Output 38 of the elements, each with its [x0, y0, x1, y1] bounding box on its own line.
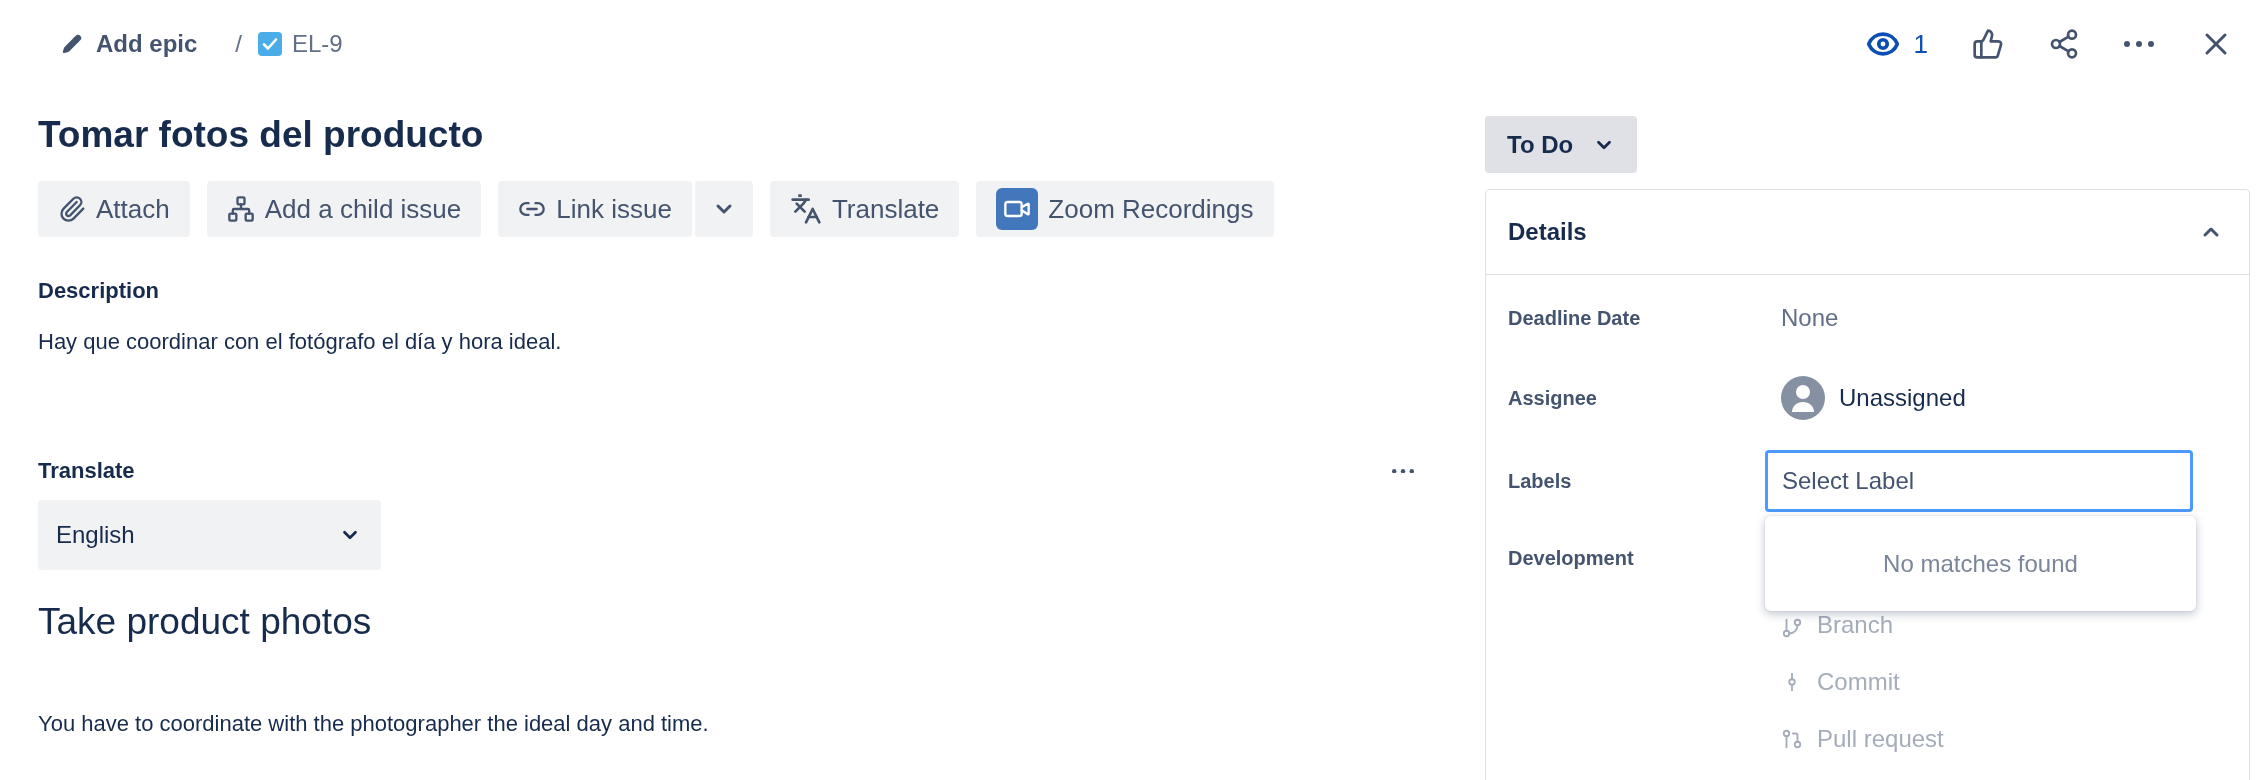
language-select[interactable]: English: [38, 500, 381, 570]
field-label: Labels: [1508, 469, 1573, 494]
assignee-value[interactable]: Unassigned: [1839, 384, 1966, 412]
description-text: Hay que coordinar con el fotógrafo el día y hora ideal.: [38, 328, 563, 356]
toolbar-button[interactable]: Translate: [769, 181, 960, 237]
status-button[interactable]: To Do: [1485, 116, 1638, 173]
toolbar-button[interactable]: Zoom Recordings: [976, 181, 1274, 237]
issue-key-link[interactable]: EL-9: [258, 30, 343, 58]
toolbar-button[interactable]: Attach: [38, 181, 190, 237]
translated-text: You have to coordinate with the photographer the ideal day and time.: [38, 710, 710, 738]
field-value[interactable]: None: [1781, 304, 2227, 332]
toolbar-button[interactable]: Add a child issue: [206, 181, 482, 237]
breadcrumb-separator: /: [235, 30, 242, 58]
issue-title[interactable]: Tomar fotos del producto: [38, 112, 1485, 158]
field-label: Deadline Date: [1508, 306, 1642, 331]
hierarchy-icon: [226, 195, 255, 223]
add-epic-link[interactable]: Add epic: [62, 30, 198, 58]
label-select-field[interactable]: Select Label: [1765, 450, 2193, 512]
share-icon: [2048, 28, 2080, 60]
translated-heading: Take product photos: [38, 600, 373, 644]
thumbs-up-icon: [1972, 28, 2004, 60]
section-label: Translate: [38, 457, 135, 485]
branch-icon: [1781, 616, 1803, 639]
section-label: Description: [38, 277, 161, 305]
pull-request-icon: [1781, 727, 1803, 750]
more-icon: [2124, 41, 2154, 47]
no-matches-text: No matches found: [1883, 549, 2078, 578]
details-title: Details: [1508, 218, 1587, 246]
more-icon: [1392, 468, 1414, 474]
translate-icon: [789, 193, 822, 225]
field-label: Development: [1508, 546, 1635, 571]
field-label: Assignee: [1508, 386, 1598, 411]
watchers-button[interactable]: 1: [1861, 23, 1932, 65]
avatar-icon: [1781, 376, 1825, 420]
video-camera-icon: [996, 188, 1039, 230]
toolbar-button[interactable]: Link issue: [498, 181, 692, 237]
pencil-icon: [62, 34, 82, 54]
paperclip-icon: [58, 195, 86, 223]
